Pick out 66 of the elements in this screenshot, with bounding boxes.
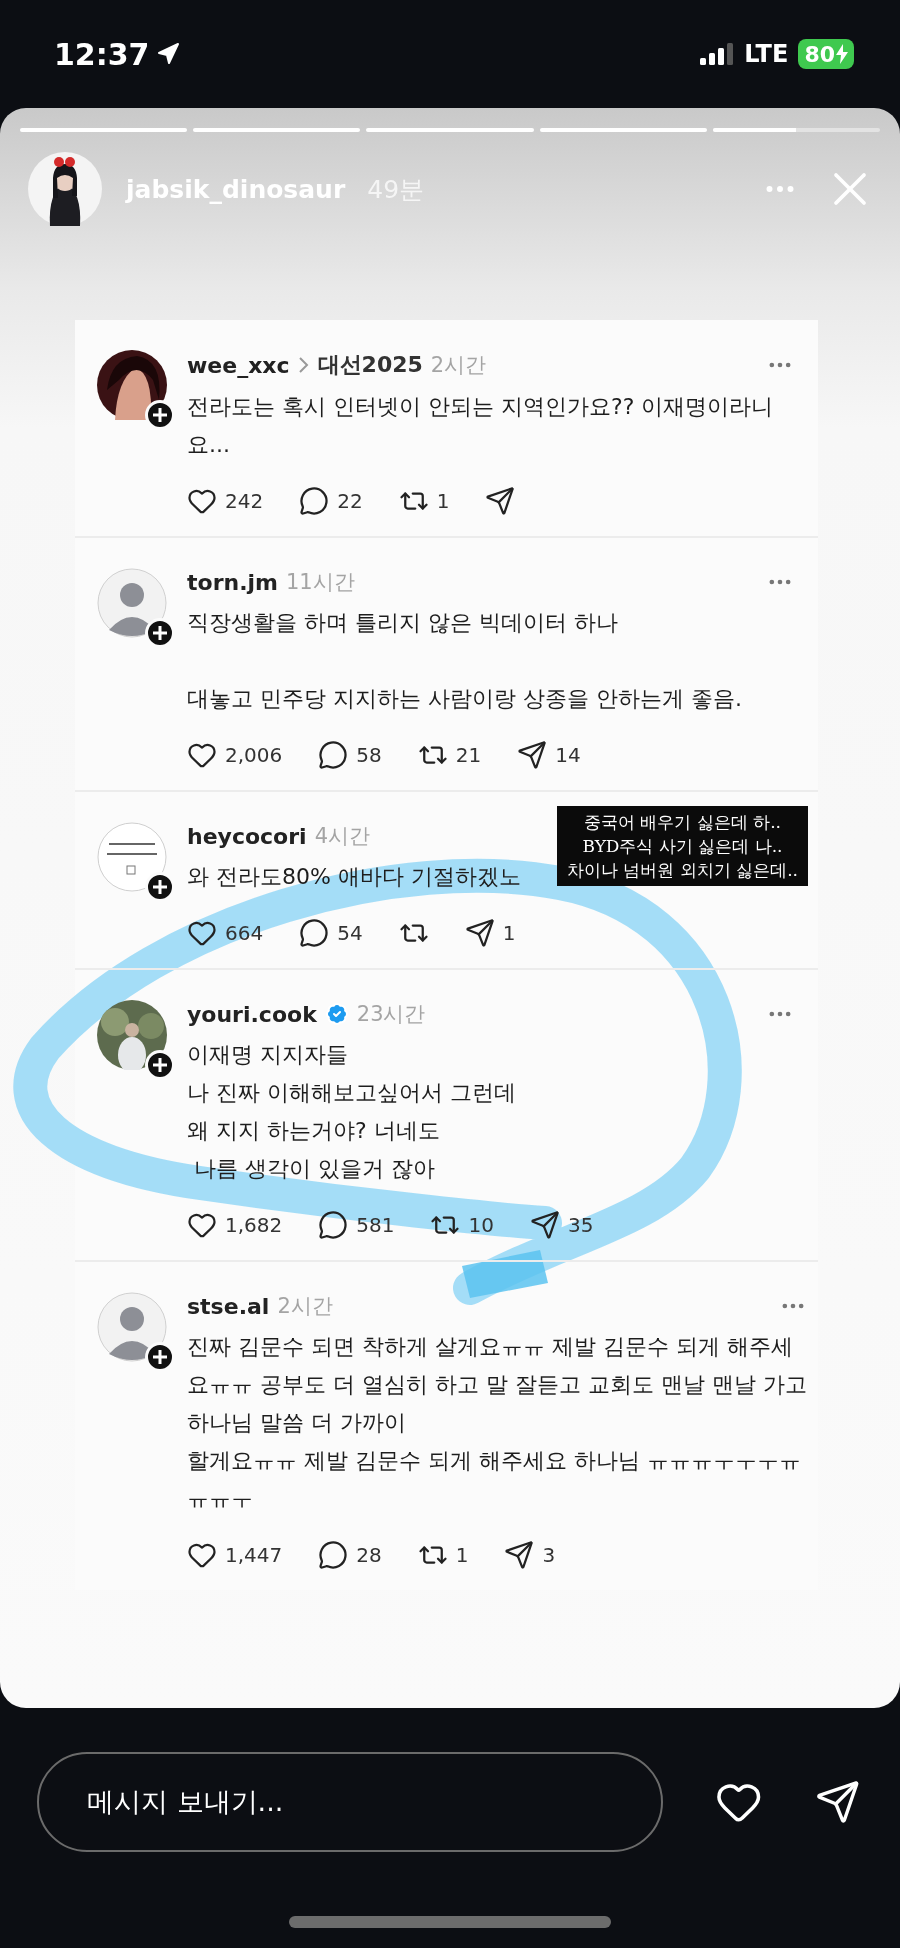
post-text: 하나님 말씀 더 가까이: [187, 1409, 406, 1437]
post-time: 23시간: [356, 1001, 426, 1028]
post-text: 왜 지지 하는거야? 너네도: [187, 1117, 440, 1145]
post-text: 진짜 김문수 되면 착하게 살게요ㅠㅠ 제발 김문수 되게 해주세: [187, 1333, 793, 1361]
count: 14: [555, 743, 581, 767]
post-text: 나 진짜 이해해보고싶어서 그런데: [187, 1079, 516, 1107]
count: 35: [567, 1213, 594, 1237]
count: 54: [337, 921, 363, 945]
message-field[interactable]: 메시지 보내기...: [37, 1752, 664, 1852]
post-time: 2시간: [430, 352, 487, 379]
default-avatar-icon: [97, 568, 167, 638]
post-time: 4시간: [314, 823, 370, 850]
post-text: 할게요ㅠㅠ 제발 김문수 되게 해주세요 하나님 ㅠㅠㅠㅜㅜㅜㅠ: [187, 1447, 801, 1475]
signal-icon: [700, 43, 735, 65]
count: 2,006: [225, 743, 283, 767]
count: 1: [502, 921, 516, 945]
share-icon[interactable]: [464, 918, 495, 948]
network-label: LTE: [744, 40, 789, 68]
reply-icon[interactable]: [299, 918, 330, 948]
post-text: 와 전라도80% 애바다 기절하겠노: [187, 863, 521, 891]
count: 58: [356, 743, 382, 767]
share-icon[interactable]: [814, 1779, 860, 1825]
chevron-icon: [297, 356, 310, 374]
username[interactable]: torn.jm: [187, 569, 278, 595]
post-text: 요ㅠㅠ 공부도 더 열심히 하고 말 잘듣고 교회도 맨날 맨날 가고: [187, 1371, 807, 1399]
post-time: 11시간: [285, 569, 355, 596]
count: 1: [436, 489, 450, 513]
post-text: 요...: [187, 431, 230, 459]
topic-tag[interactable]: 대선2025: [317, 350, 423, 380]
sticker-text: 차이나 넘버원 외치기 싫은데..: [566, 859, 798, 882]
share-icon[interactable]: [504, 1540, 535, 1570]
count: 10: [468, 1213, 494, 1237]
count: 1: [455, 1543, 469, 1567]
share-icon[interactable]: [517, 740, 548, 770]
reply-icon[interactable]: [299, 486, 330, 516]
count: 581: [356, 1213, 395, 1237]
battery-indicator: 80: [798, 39, 854, 69]
count: 664: [225, 921, 264, 945]
post-text: 나름 생각이 있을거 잖아: [193, 1155, 435, 1183]
count: 28: [356, 1543, 382, 1567]
sticker-text: 중국어 배우기 싫은데 하..: [583, 811, 781, 834]
count: 1,682: [225, 1213, 283, 1237]
post-text: 전라도는 혹시 인터넷이 안되는 지역인가요?? 이재명이라니: [187, 393, 774, 421]
share-icon[interactable]: [485, 486, 516, 516]
username[interactable]: wee_xxc: [187, 352, 290, 378]
location-arrow-icon: [155, 42, 180, 66]
count: 242: [225, 489, 264, 513]
count: 21: [455, 743, 482, 767]
post-text: 직장생활을 하며 틀리지 않은 빅데이터 하나: [187, 609, 618, 637]
post-text: ㅠㅠㅜ: [187, 1485, 253, 1513]
post-text: 대놓고 민주당 지지하는 사람이랑 상종을 안하는게 좋음.: [187, 685, 742, 713]
reply-icon[interactable]: [318, 1540, 349, 1570]
username[interactable]: heycocori: [187, 823, 307, 849]
count: 3: [542, 1543, 556, 1567]
status-time: 12:37: [54, 36, 150, 72]
post-text: 이재명 지지자들: [187, 1041, 348, 1069]
username[interactable]: stse.al: [187, 1293, 270, 1319]
reply-icon[interactable]: [318, 740, 349, 770]
share-icon[interactable]: [529, 1210, 560, 1240]
sticker-text: BYD주식 사기 싫은데 나..: [582, 835, 783, 858]
count: 22: [337, 489, 363, 513]
count: 1,447: [225, 1543, 283, 1567]
username[interactable]: youri.cook: [187, 1001, 317, 1027]
post-time: 2시간: [277, 1293, 333, 1320]
default-avatar-icon: [97, 1292, 167, 1362]
reply-icon[interactable]: [318, 1210, 349, 1240]
